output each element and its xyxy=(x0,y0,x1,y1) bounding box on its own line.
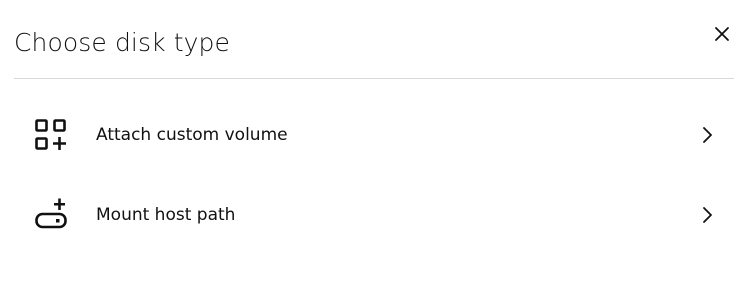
drive-add-icon xyxy=(34,198,68,232)
dialog-title: Choose disk type xyxy=(14,28,230,57)
option-label: Mount host path xyxy=(96,205,236,225)
close-button[interactable] xyxy=(710,22,734,46)
attach-custom-volume-option[interactable]: Attach custom volume xyxy=(14,99,734,171)
close-icon xyxy=(714,26,730,42)
choose-disk-type-dialog: Choose disk type Attach custom volume Mo… xyxy=(0,0,750,290)
chevron-right-icon xyxy=(700,126,714,144)
apps-add-icon xyxy=(34,118,68,152)
chevron-right-icon xyxy=(700,206,714,224)
option-label: Attach custom volume xyxy=(96,125,288,145)
dialog-header: Choose disk type xyxy=(14,0,734,79)
mount-host-path-option[interactable]: Mount host path xyxy=(14,179,734,251)
